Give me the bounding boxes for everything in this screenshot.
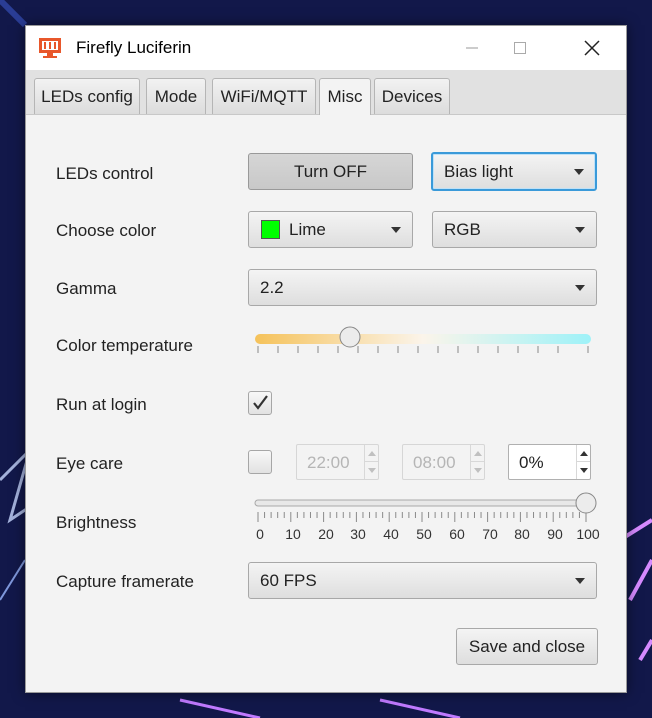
brightness-tick-label: 90 [547, 526, 563, 542]
eye-care-end-spinner[interactable]: 08:00 [402, 444, 485, 480]
maximize-button[interactable] [496, 26, 544, 70]
firefly-logo-icon [39, 38, 61, 58]
color-swatch [261, 220, 280, 239]
spinner-down-button[interactable] [365, 462, 378, 479]
run-at-login-label: Run at login [56, 395, 147, 414]
chevron-down-icon [575, 226, 585, 233]
spinner-down-button[interactable] [471, 462, 484, 479]
close-button[interactable] [568, 26, 616, 70]
gamma-value: 2.2 [260, 277, 284, 297]
eye-care-end-value: 08:00 [413, 453, 456, 472]
arrow-up-icon [473, 450, 482, 456]
brightness-thumb[interactable] [575, 492, 597, 514]
arrow-down-icon [579, 468, 588, 473]
brightness-tick-label: 80 [514, 526, 530, 542]
turn-off-button[interactable]: Turn OFF [248, 153, 413, 190]
color-temperature-ticks [257, 346, 589, 353]
leds-control-label: LEDs control [56, 164, 154, 183]
color-temperature-thumb[interactable] [339, 326, 361, 348]
chevron-down-icon [391, 226, 401, 233]
spinner-buttons [364, 445, 378, 479]
brightness-tick-label: 100 [576, 526, 600, 542]
brightness-tick-label: 0 [256, 526, 264, 542]
capture-framerate-dropdown[interactable]: 60 FPS [248, 562, 597, 599]
save-and-close-label: Save and close [468, 636, 586, 656]
color-picker-dropdown[interactable]: Lime [248, 211, 413, 248]
spinner-up-button[interactable] [365, 445, 378, 462]
minimize-button[interactable] [448, 26, 496, 70]
capture-framerate-value: 60 FPS [260, 570, 317, 590]
brightness-tick-label: 20 [318, 526, 334, 542]
spinner-down-button[interactable] [577, 462, 590, 479]
brightness-slider[interactable] [248, 492, 602, 526]
tab-wifi-mqtt[interactable]: WiFi/MQTT [212, 78, 316, 114]
choose-color-label: Choose color [56, 221, 157, 240]
tab-devices[interactable]: Devices [374, 78, 450, 114]
eye-care-start-value: 22:00 [307, 453, 350, 472]
brightness-tick-label: 40 [383, 526, 399, 542]
eye-care-percent-spinner[interactable]: 0% [508, 444, 591, 480]
gamma-label: Gamma [56, 279, 117, 298]
brightness-track [254, 499, 590, 507]
turn-off-button-label: Turn OFF [293, 161, 368, 181]
brightness-tick-labels: 0 10 20 30 40 50 60 70 80 90 100 [244, 526, 612, 546]
eye-care-percent-value: 0% [519, 453, 544, 472]
arrow-up-icon [367, 450, 376, 456]
brightness-tick-label: 70 [482, 526, 498, 542]
capture-framerate-label: Capture framerate [56, 572, 194, 591]
brightness-label: Brightness [56, 513, 137, 532]
close-icon [584, 40, 600, 56]
maximize-icon [514, 42, 526, 54]
run-at-login-checkbox[interactable] [248, 391, 272, 415]
color-temperature-slider[interactable] [248, 322, 598, 356]
eye-care-start-spinner[interactable]: 22:00 [296, 444, 379, 480]
brightness-tick-label: 30 [350, 526, 366, 542]
leds-mode-dropdown[interactable]: Bias light [431, 152, 597, 191]
save-and-close-button[interactable]: Save and close [456, 628, 598, 665]
tab-misc[interactable]: Misc [319, 78, 371, 115]
tab-bar: LEDs config Mode WiFi/MQTT Misc Devices [26, 70, 626, 115]
color-format-value: RGB [444, 219, 481, 239]
window-title: Firefly Luciferin [76, 38, 192, 57]
spinner-up-button[interactable] [577, 445, 590, 462]
brightness-tick-label: 10 [285, 526, 301, 542]
spinner-up-button[interactable] [471, 445, 484, 462]
arrow-up-icon [579, 450, 588, 456]
leds-mode-value: Bias light [444, 161, 513, 181]
chevron-down-icon [575, 284, 585, 291]
chevron-down-icon [575, 577, 585, 584]
brightness-tick-label: 60 [449, 526, 465, 542]
spinner-buttons [576, 445, 590, 479]
arrow-down-icon [473, 468, 482, 473]
tab-mode[interactable]: Mode [146, 78, 206, 114]
eye-care-label: Eye care [56, 454, 124, 473]
brightness-ticks [257, 512, 587, 522]
eye-care-checkbox[interactable] [248, 450, 272, 474]
color-temperature-label: Color temperature [56, 336, 194, 355]
chevron-down-icon [574, 168, 584, 175]
minimize-icon [466, 47, 478, 49]
gamma-dropdown[interactable]: 2.2 [248, 269, 597, 306]
color-format-dropdown[interactable]: RGB [432, 211, 597, 248]
check-icon [253, 395, 268, 410]
brightness-tick-label: 50 [416, 526, 432, 542]
spinner-buttons [470, 445, 484, 479]
arrow-down-icon [367, 468, 376, 473]
tab-leds-config[interactable]: LEDs config [34, 78, 140, 114]
title-bar: Firefly Luciferin [26, 26, 626, 70]
color-temperature-track [255, 334, 591, 344]
app-window: Firefly Luciferin LEDs config Mode WiFi/… [25, 25, 627, 693]
color-value: Lime [289, 219, 326, 239]
